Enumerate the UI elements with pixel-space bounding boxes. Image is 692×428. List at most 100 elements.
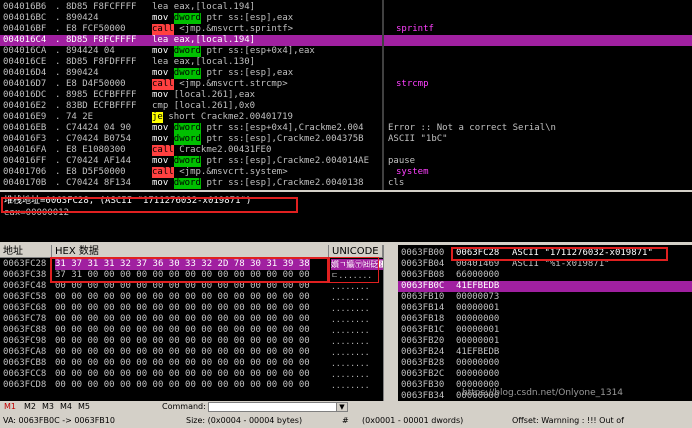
stack-row[interactable]: 0063FB2C 00000000 <box>398 369 692 380</box>
disasm-row[interactable]: 004016E2. 83BD ECFBFFFF cmp [local.261],0x0 <box>0 101 692 112</box>
tab-m2[interactable]: M2 <box>24 401 36 413</box>
stack-row[interactable]: 0063FB10 00000073 <box>398 292 692 303</box>
disasm-address: 004016C4 <box>3 35 47 45</box>
disasm-row[interactable]: 004016C4. 8D85 F8FCFFFF lea eax,[local.194] <box>0 35 692 46</box>
disasm-row[interactable]: 004016D4. 890424 mov dword ptr ss:[esp],eax <box>0 68 692 79</box>
stack-value: 00000001 <box>456 325 500 335</box>
disasm-mnemonic: mov <box>152 156 169 167</box>
tab-m3[interactable]: M3 <box>42 401 54 413</box>
dump-scrollbar[interactable] <box>383 245 396 401</box>
status-va: VA: 0063FB0C -> 0063FB10 <box>3 416 115 425</box>
disasm-operand: ptr ss:[esp+0x4],Crackme2.004 <box>201 123 364 133</box>
dump-row[interactable]: 0063FC88 00 00 00 00 00 00 00 00 00 00 00… <box>0 325 396 336</box>
disasm-operand-size: dword <box>173 123 201 134</box>
stack-row[interactable]: 0063FB04 00401469 ASCII "%i-x019871" <box>398 259 692 270</box>
disasm-operand: Crackme2.00431FE0 <box>179 145 272 155</box>
dump-row[interactable]: 0063FCB8 00 00 00 00 00 00 00 00 00 00 00… <box>0 358 396 369</box>
stack-row[interactable]: 0063FB14 00000001 <box>398 303 692 314</box>
dump-address: 0063FC48 <box>3 281 47 291</box>
disasm-row[interactable]: 004016B6. 8D85 F8FCFFFF lea eax,[local.194] <box>0 2 692 13</box>
disasm-row[interactable]: 004016CE. 8D85 F8FDFFFF lea eax,[local.130] <box>0 57 692 68</box>
info-line-1: 堆栈地址=0063FC28, (ASCII "1711276032-x01987… <box>4 196 252 206</box>
disasm-row[interactable]: 0040170B. C70424 8F134 mov dword ptr ss:[es… <box>0 178 692 189</box>
stack-address: 0063FB2C <box>401 369 445 379</box>
tab-m1[interactable]: M1 <box>4 401 16 413</box>
dump-address: 0063FCC8 <box>3 369 47 379</box>
stack-row[interactable]: 0063FB08 66000000 <box>398 270 692 281</box>
dump-row[interactable]: 0063FC68 00 00 00 00 00 00 00 00 00 00 00… <box>0 303 396 314</box>
disasm-row[interactable]: 004016BC. 890424 mov dword ptr ss:[esp],eax <box>0 13 692 24</box>
stack-row[interactable]: 0063FB28 00000000 <box>398 358 692 369</box>
disasm-address: 004016D7 <box>3 79 47 89</box>
stack-row[interactable]: 0063FB0C 41EFBEDB <box>398 281 692 292</box>
status-hash: # <box>342 416 349 425</box>
disasm-row[interactable]: 004016BF. E8 FCF50000 call <jmp.&msvcrt.spr… <box>0 24 692 35</box>
dump-row[interactable]: 0063FCD8 00 00 00 00 00 00 00 00 00 00 00… <box>0 380 396 391</box>
dump-panel[interactable]: 地址 HEX 数据 UNICODE 0063FC28 31 37 31 31 32… <box>0 245 396 401</box>
tab-m4[interactable]: M4 <box>60 401 72 413</box>
dump-row[interactable]: 0063FC98 00 00 00 00 00 00 00 00 00 00 00… <box>0 336 396 347</box>
dump-row[interactable]: 0063FCC8 00 00 00 00 00 00 00 00 00 00 00… <box>0 369 396 380</box>
dump-row[interactable]: 0063FC58 00 00 00 00 00 00 00 00 00 00 00… <box>0 292 396 303</box>
dump-row[interactable]: 0063FCA8 00 00 00 00 00 00 00 00 00 00 00… <box>0 347 396 358</box>
stack-row[interactable]: 0063FB20 00000001 <box>398 336 692 347</box>
dump-row[interactable]: 0063FC78 00 00 00 00 00 00 00 00 00 00 00… <box>0 314 396 325</box>
disasm-address: 004016CE <box>3 57 47 67</box>
stack-address: 0063FB04 <box>401 259 445 269</box>
watermark: https://blog.csdn.net/Onlyone_1314 <box>462 388 624 398</box>
disasm-operand-size: dword <box>173 68 201 79</box>
stack-value: 66000000 <box>456 270 500 280</box>
disasm-hex: E8 FCF50000 <box>66 24 126 34</box>
dump-address: 0063FC38 <box>3 270 47 280</box>
dump-header-unicode[interactable]: UNICODE <box>329 245 383 258</box>
dump-header-hex[interactable]: HEX 数据 <box>52 245 329 258</box>
disasm-row[interactable]: 004016D7. E8 D4F50000 call <jmp.&msvcrt.str… <box>0 79 692 90</box>
stack-row[interactable]: 0063FB00 0063FC28 ASCII "1711276032-x01987… <box>398 248 692 259</box>
status-count: (0x0001 - 00001 dwords) <box>362 416 464 425</box>
dump-row[interactable]: 0063FC38 37 31 00 00 00 00 00 00 00 00 00… <box>0 270 396 281</box>
command-dropdown-icon[interactable]: ▼ <box>336 402 348 412</box>
disasm-operand: <jmp.&msvcrt.strcmp> <box>179 79 288 89</box>
disasm-operand: <jmp.&msvcrt.sprintf> <box>179 24 294 34</box>
disasm-row[interactable]: 004016CA. 894424 04 mov dword ptr ss:[esp+0… <box>0 46 692 57</box>
dump-address: 0063FC58 <box>3 292 47 302</box>
stack-row[interactable]: 0063FB18 00000000 <box>398 314 692 325</box>
stack-panel[interactable]: 0063FB00 0063FC28 ASCII "1711276032-x01987… <box>398 245 692 401</box>
stack-value: 41EFBEDB <box>456 347 500 357</box>
dump-unicode: ........ <box>331 326 370 335</box>
command-input[interactable] <box>208 402 348 412</box>
disasm-row[interactable]: 004016DC. 8985 ECFBFFFF mov [local.261],eax <box>0 90 692 101</box>
disasm-marker: . <box>55 178 61 188</box>
dump-unicode: ........ <box>331 304 370 313</box>
disasm-row[interactable]: 004016E9. 74 2E je short Crackme2.00401719 <box>0 112 692 123</box>
dump-hex: 00 00 00 00 00 00 00 00 00 00 00 00 00 0… <box>55 336 310 346</box>
disasm-row[interactable]: 004016FA. E8 E1080300 call Crackme2.00431FE… <box>0 145 692 156</box>
disasm-operand: [local.261],0x0 <box>173 101 256 111</box>
dump-header-addr[interactable]: 地址 <box>0 245 52 258</box>
disasm-operand: eax,[local.130] <box>173 57 256 67</box>
disasm-row[interactable]: 004016EB. C74424 04 90 mov dword ptr ss:[es… <box>0 123 692 134</box>
dump-hex: 00 00 00 00 00 00 00 00 00 00 00 00 00 0… <box>55 292 310 302</box>
disasm-marker: . <box>55 101 61 111</box>
disasm-marker: . <box>55 123 61 133</box>
info-line-2: eax=00000012 <box>4 208 70 218</box>
disasm-row[interactable]: 00401706. E8 D5F50000 call <jmp.&msvcrt.sys… <box>0 167 692 178</box>
disasm-mnemonic: mov <box>152 90 169 101</box>
stack-row[interactable]: 0063FB24 41EFBEDB <box>398 347 692 358</box>
vertical-splitter[interactable] <box>396 245 398 401</box>
stack-comment: ASCII "%i-x019871" <box>512 259 610 269</box>
disassembly-panel[interactable]: 004016B6. 8D85 F8FCFFFF lea eax,[local.194]… <box>0 0 692 190</box>
disasm-marker: . <box>55 112 61 122</box>
dump-hex: 00 00 00 00 00 00 00 00 00 00 00 00 00 0… <box>55 380 310 390</box>
dump-row[interactable]: 0063FC48 00 00 00 00 00 00 00 00 00 00 00… <box>0 281 396 292</box>
stack-row[interactable]: 0063FB1C 00000001 <box>398 325 692 336</box>
disasm-hex: 8985 ECFBFFFF <box>66 90 137 100</box>
disasm-row[interactable]: 004016FF. C70424 AF144 mov dword ptr ss:[es… <box>0 156 692 167</box>
dump-row[interactable]: 0063FC28 31 37 31 31 32 37 36 30 33 32 2D… <box>0 259 396 270</box>
disasm-operand-size: dword <box>173 178 201 189</box>
tab-m5[interactable]: M5 <box>78 401 90 413</box>
dump-address: 0063FC98 <box>3 336 47 346</box>
disasm-row[interactable]: 004016F3. C70424 B0754 mov dword ptr ss:[es… <box>0 134 692 145</box>
disasm-comment: pause <box>388 156 416 166</box>
disasm-address: 004016D4 <box>3 68 47 78</box>
